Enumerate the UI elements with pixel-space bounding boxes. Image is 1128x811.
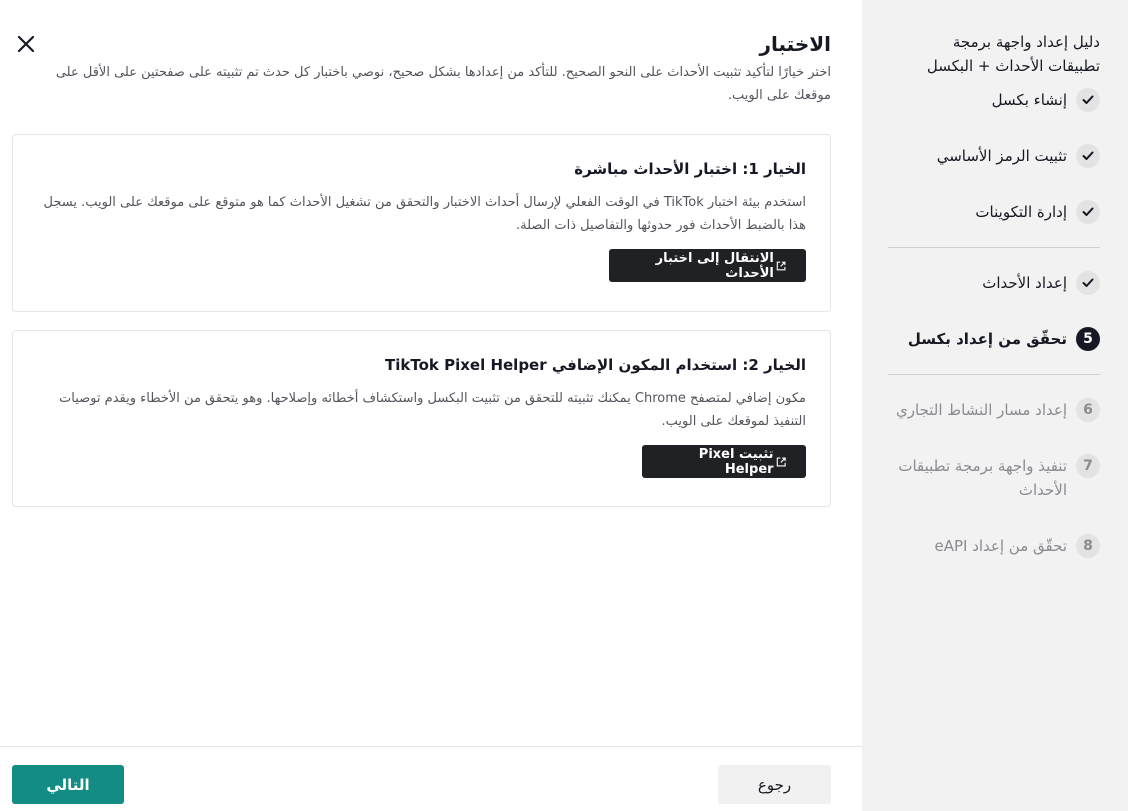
step-number-badge: 8 [1076, 534, 1100, 558]
next-button[interactable]: التالي [12, 765, 124, 804]
install-pixel-helper-button[interactable]: تثبيت Pixel Helper [642, 445, 806, 478]
step-setup-events[interactable]: إعداد الأحداث [888, 271, 1100, 295]
checkmark-icon [1076, 144, 1100, 168]
section-divider [888, 247, 1100, 248]
option1-title: الخيار 1: اختبار الأحداث مباشرة [574, 160, 806, 178]
close-icon [17, 35, 35, 53]
setup-guide-sidebar: دليل إعداد واجهة برمجة تطبيقات الأحداث +… [862, 0, 1128, 811]
step-implement-events-api[interactable]: 7 تنفيذ واجهة برمجة تطبيقات الأحداث [888, 454, 1100, 502]
step-create-pixel[interactable]: إنشاء بكسل [888, 88, 1100, 112]
step-manage-configurations[interactable]: إدارة التكوينات [888, 200, 1100, 224]
option2-description: مكون إضافي لمتصفح Chrome يمكنك تثبيته لل… [59, 391, 806, 429]
step-number-badge: 6 [1076, 398, 1100, 422]
option2-card: الخيار 2: استخدام المكون الإضافي TikTok … [12, 330, 831, 507]
step-label: إنشاء بكسل [991, 91, 1067, 109]
go-to-test-events-button[interactable]: الانتقال إلى اختبار الأحداث [609, 249, 806, 282]
option1-card: الخيار 1: اختبار الأحداث مباشرة استخدم ب… [12, 134, 831, 312]
checkmark-icon [1076, 88, 1100, 112]
page-title: الاختبار [759, 32, 831, 56]
step-label: تحقّق من إعداد بكسل [907, 330, 1067, 348]
step-install-base-code[interactable]: تثبيت الرمز الأساسي [888, 144, 1100, 168]
step-label: إدارة التكوينات [975, 203, 1067, 221]
step-label: تثبيت الرمز الأساسي [936, 147, 1067, 165]
step-business-funnel[interactable]: 6 إعداد مسار النشاط التجاري [888, 398, 1100, 422]
footer: التالي رجوع [0, 746, 862, 811]
checkmark-icon [1076, 271, 1100, 295]
go-to-test-events-label: الانتقال إلى اختبار الأحداث [655, 250, 774, 281]
external-link-icon [776, 457, 786, 466]
step-label: إعداد الأحداث [982, 274, 1067, 292]
install-pixel-helper-label: تثبيت Pixel Helper [698, 446, 774, 477]
checkmark-icon [1076, 200, 1100, 224]
step-number-badge: 7 [1076, 454, 1100, 478]
page-header: الاختبار اختر خيارًا لتأكيد تثبيت الأحدا… [41, 30, 831, 107]
step-verify-eapi-setup[interactable]: 8 تحقّق من إعداد eAPI [888, 534, 1100, 558]
step-number-badge: 5 [1076, 327, 1100, 351]
option1-description: استخدم بيئة اختبار TikTok في الوقت الفعل… [43, 195, 806, 233]
option2-title: الخيار 2: استخدام المكون الإضافي TikTok … [385, 356, 806, 374]
main-panel: الاختبار اختر خيارًا لتأكيد تثبيت الأحدا… [0, 0, 862, 811]
section-divider [888, 374, 1100, 375]
external-link-icon [776, 261, 786, 270]
step-label: تنفيذ واجهة برمجة تطبيقات الأحداث [898, 457, 1067, 499]
sidebar-title: دليل إعداد واجهة برمجة تطبيقات الأحداث +… [926, 33, 1100, 75]
close-button[interactable] [14, 32, 38, 56]
step-verify-pixel-setup[interactable]: 5 تحقّق من إعداد بكسل [888, 327, 1100, 351]
page-description: اختر خيارًا لتأكيد تثبيت الأحداث على الن… [55, 65, 831, 103]
step-label: إعداد مسار النشاط التجاري [896, 401, 1067, 419]
back-button[interactable]: رجوع [718, 765, 831, 804]
step-label: تحقّق من إعداد eAPI [934, 537, 1067, 555]
